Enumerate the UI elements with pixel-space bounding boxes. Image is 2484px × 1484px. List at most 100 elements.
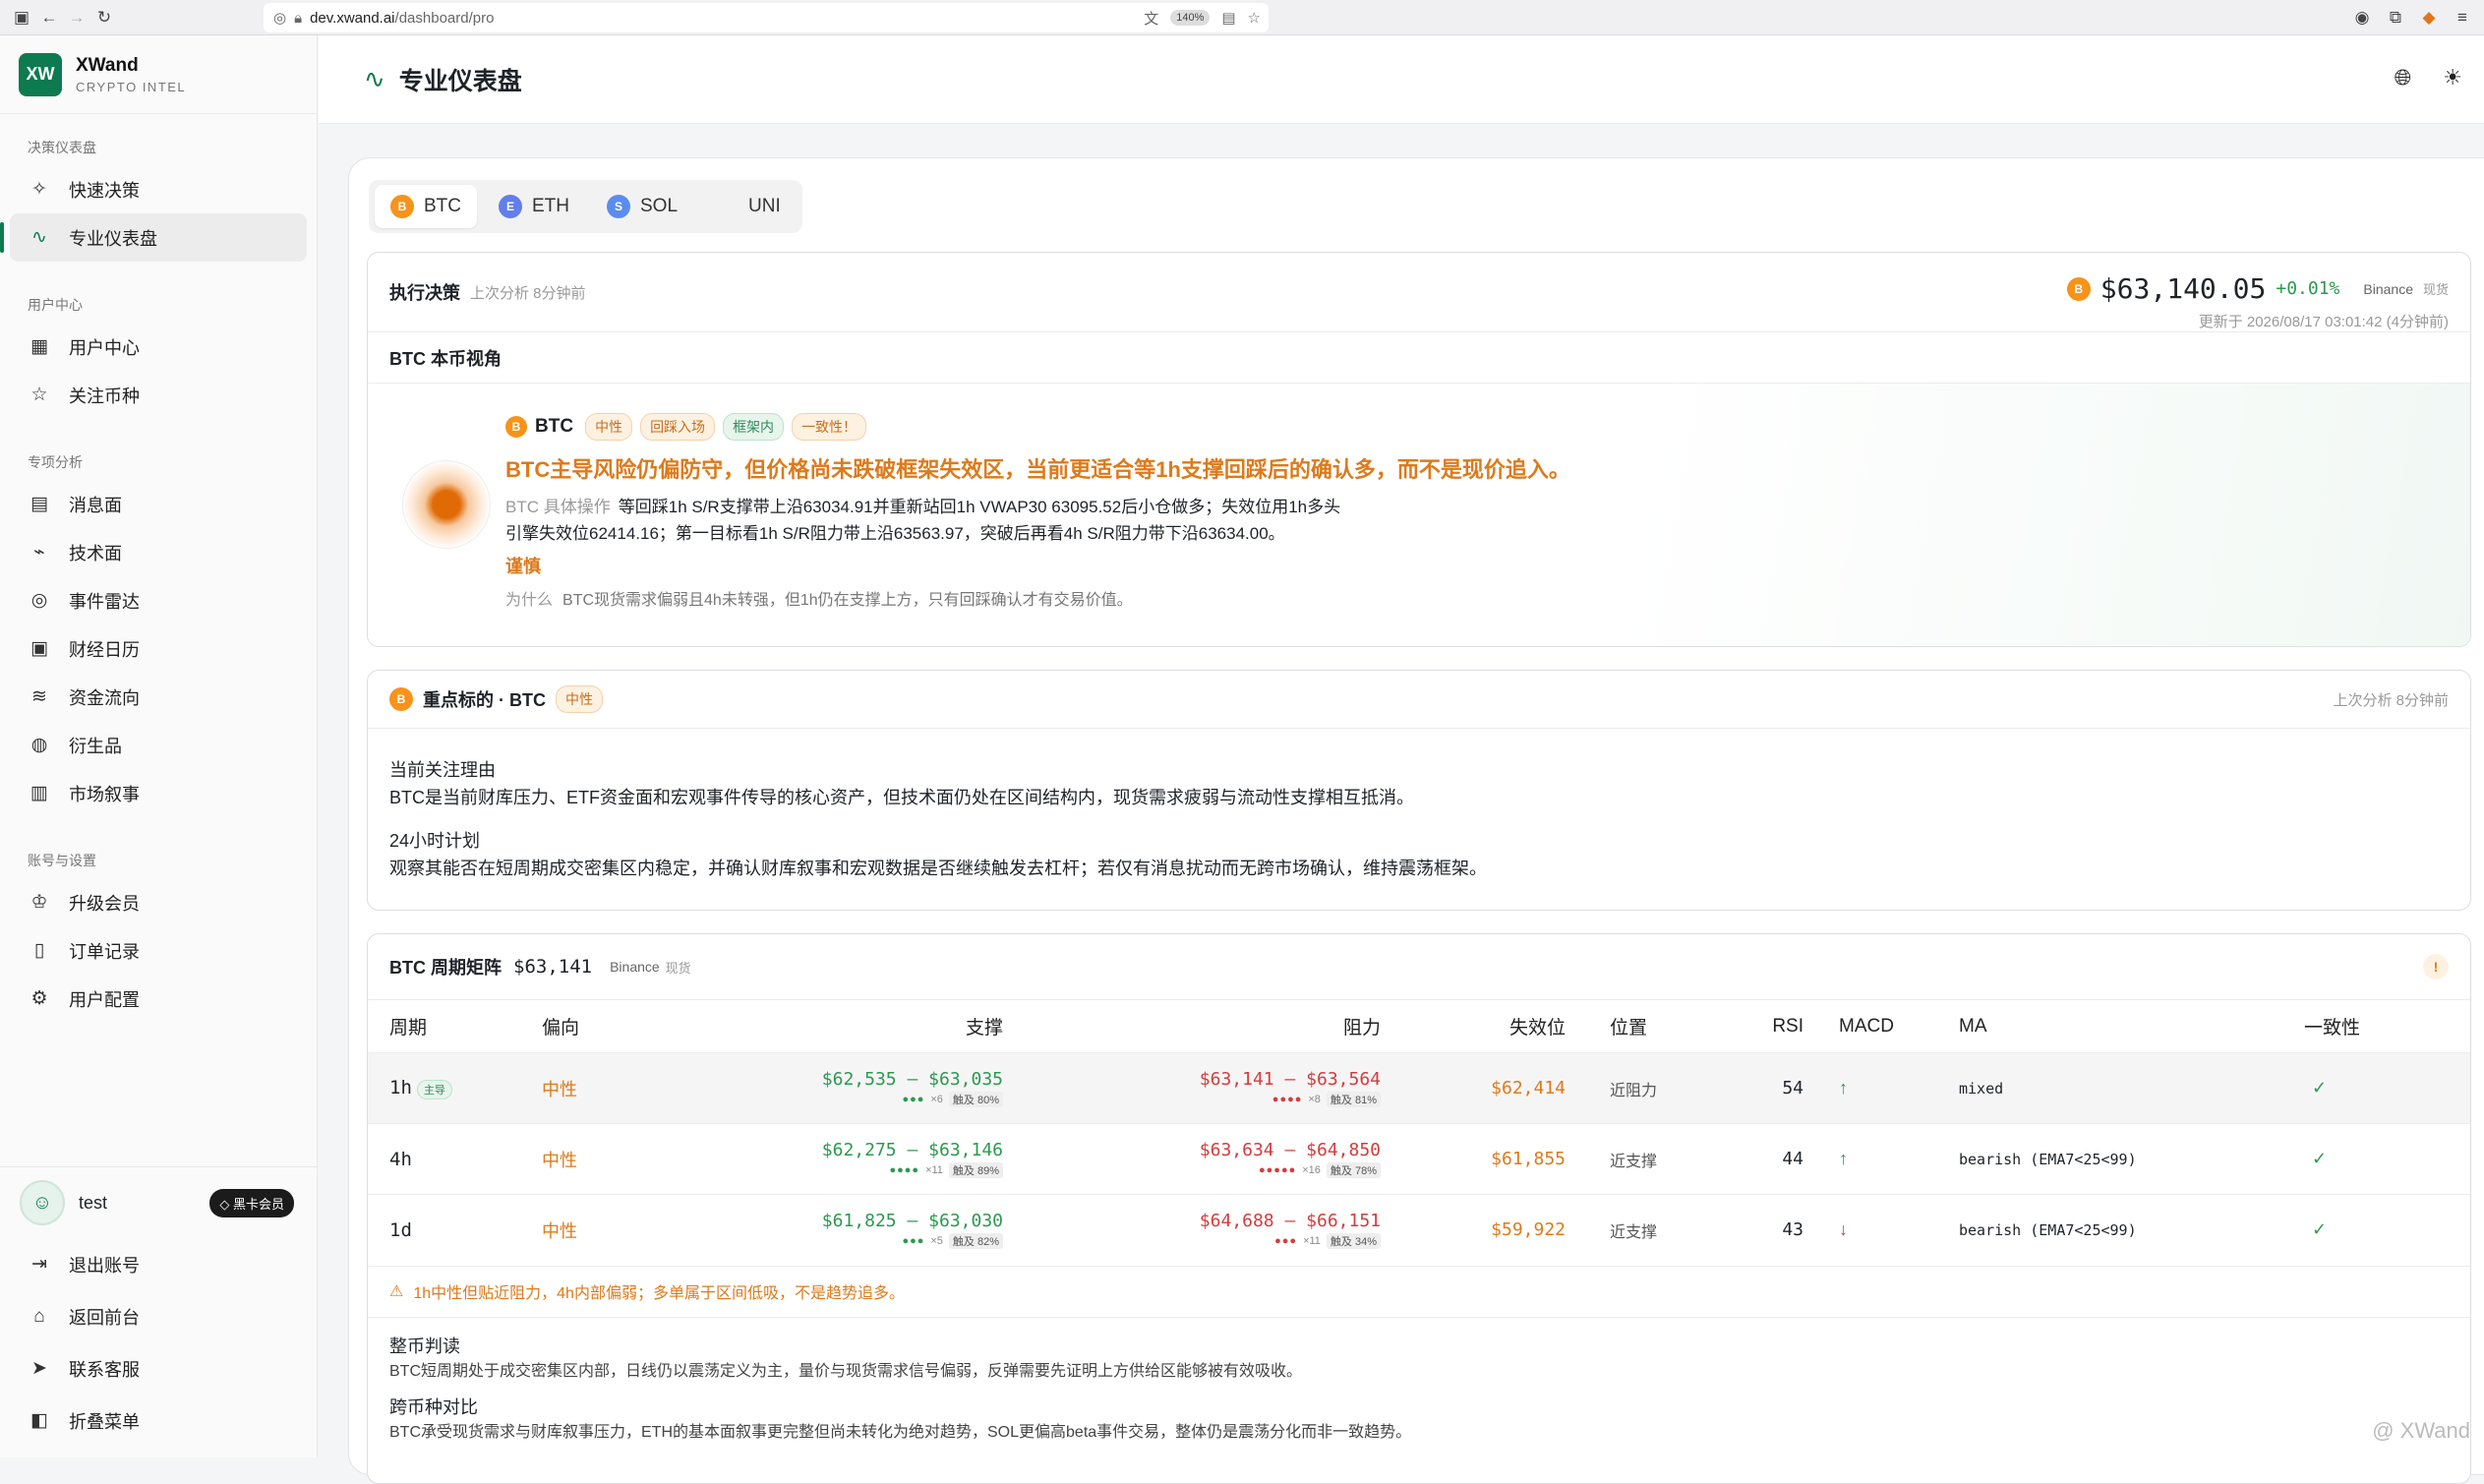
contact-support-label: 联系客服 — [69, 1356, 140, 1382]
sidebar-item-narrative[interactable]: ▥市场叙事 — [10, 769, 307, 817]
sidebar-item-quick-decision[interactable]: ✧快速决策 — [10, 165, 307, 213]
nav-section-title: 账号与设置 — [28, 851, 317, 870]
tab-uni[interactable]: UNI — [699, 185, 797, 228]
btc-icon: B — [390, 195, 414, 218]
page-header: ∿ 专业仪表盘 🌐︎ ☀ — [319, 35, 2484, 124]
sidebar-item-calendar[interactable]: ▣财经日历 — [10, 624, 307, 673]
ma: bearish (EMA7<25<99) — [1959, 1124, 2304, 1195]
op-label: BTC 具体操作 — [505, 498, 611, 516]
market-type: 现货 — [2423, 279, 2449, 298]
resistance-strength-dots: ●●●●● — [1259, 1164, 1296, 1176]
sidebar-item-technical[interactable]: ⌁技术面 — [10, 528, 307, 576]
contact-support-button[interactable]: ➤ 联系客服 — [10, 1342, 308, 1395]
sidebar-item-upgrade[interactable]: ♔升级会员 — [10, 878, 307, 926]
sidebar-item-settings[interactable]: ⚙用户配置 — [10, 975, 307, 1023]
brand-name: XWand — [76, 55, 186, 77]
nav-section-title: 专项分析 — [28, 452, 317, 472]
resistance-count: ×16 — [1302, 1164, 1321, 1176]
clipboard-icon: ▯ — [28, 939, 51, 962]
check-icon: ✓ — [2304, 1053, 2471, 1124]
sol-icon: S — [607, 195, 630, 218]
extensions-icon[interactable]: ⧉ — [2382, 4, 2409, 31]
sidebar-item-label: 衍生品 — [69, 733, 122, 758]
check-icon: ✓ — [2304, 1124, 2471, 1195]
resistance-hit: 触及 81% — [1327, 1092, 1381, 1107]
telegram-icon: ➤ — [28, 1357, 51, 1380]
main-badge: 主导 — [417, 1080, 452, 1099]
period: 1h — [389, 1077, 412, 1098]
back-icon[interactable]: ← — [35, 4, 63, 31]
account-icon[interactable]: ◉ — [2348, 4, 2376, 31]
resistance-hit: 触及 34% — [1327, 1233, 1381, 1249]
sidebar-item-user-center[interactable]: ▦用户中心 — [10, 323, 307, 371]
resistance-low: $64,688 — [1200, 1211, 1274, 1231]
tab-btc[interactable]: BBTC — [375, 185, 477, 228]
matrix-price: $63,141 — [513, 956, 592, 978]
support-count: ×6 — [930, 1094, 943, 1105]
support-low: $62,535 — [822, 1069, 897, 1090]
reload-icon[interactable]: ↻ — [90, 4, 118, 31]
logout-label: 退出账号 — [69, 1252, 140, 1277]
coin-tabs: BBTC EETH SSOL UNI — [369, 180, 802, 233]
resistance-high: $63,564 — [1306, 1069, 1381, 1090]
user-profile[interactable]: ☺ test ◇ 黑卡会员 — [0, 1167, 318, 1238]
sidebar-item-label: 升级会员 — [69, 890, 140, 916]
reader-icon[interactable]: ▤ — [1221, 9, 1235, 27]
sparkles-icon: ✧ — [28, 178, 51, 201]
book-icon: ▥ — [28, 782, 51, 804]
menu-icon[interactable]: ≡ — [2449, 4, 2476, 31]
col-stop: 失效位 — [1381, 1000, 1566, 1053]
pulse-icon: ⌁ — [28, 541, 51, 564]
alert-icon[interactable]: ! — [2423, 954, 2449, 979]
back-to-front-button[interactable]: ⌂返回前台 — [10, 1290, 308, 1342]
sidebar-item-news[interactable]: ▤消息面 — [10, 480, 307, 528]
table-row[interactable]: 1d 中性 $61,825 – $63,030●●●×5触及 82% $64,6… — [368, 1195, 2471, 1266]
sidebar-item-event-radar[interactable]: ◎事件雷达 — [10, 576, 307, 624]
stop-level: $61,855 — [1381, 1124, 1566, 1195]
rsi: 43 — [1713, 1195, 1804, 1266]
bookmark-star-icon[interactable]: ☆ — [1248, 9, 1261, 27]
collapse-menu-button[interactable]: ◧折叠菜单 — [10, 1395, 308, 1447]
tab-sol[interactable]: SSOL — [591, 185, 693, 228]
why-label: 为什么 — [505, 592, 553, 609]
url-bar[interactable]: ◎ 🔒︎ dev.xwand.ai/dashboard/pro 文 140% ▤… — [264, 3, 1269, 32]
sidebar-item-derivatives[interactable]: ◍衍生品 — [10, 721, 307, 769]
support-high: $63,030 — [928, 1211, 1003, 1231]
home-icon: ⌂ — [28, 1306, 51, 1328]
position: 近阻力 — [1566, 1053, 1713, 1124]
sidebar-toggle-icon[interactable]: ▣ — [8, 4, 35, 31]
sidebar-item-orders[interactable]: ▯订单记录 — [10, 926, 307, 975]
overall-title: 整币判读 — [389, 1334, 2449, 1359]
forward-icon[interactable]: → — [63, 4, 90, 31]
brand[interactable]: XW XWand CRYPTO INTEL — [0, 35, 317, 114]
lock-icon: 🔒︎ — [294, 10, 302, 27]
eth-icon: E — [499, 195, 522, 218]
matrix-title: BTC 周期矩阵 — [389, 954, 502, 979]
support-high: $63,146 — [928, 1140, 1003, 1160]
shield-icon: ◎ — [273, 9, 286, 27]
metamask-icon[interactable]: ◆ — [2415, 4, 2443, 31]
zoom-level[interactable]: 140% — [1170, 10, 1210, 26]
star-icon: ☆ — [28, 384, 51, 406]
sidebar-item-watchlist[interactable]: ☆关注币种 — [10, 371, 307, 419]
globe-icon[interactable]: 🌐︎ — [2395, 65, 2412, 90]
tab-eth[interactable]: EETH — [483, 185, 585, 228]
logo: XW — [19, 53, 62, 96]
tab-label: UNI — [748, 196, 781, 217]
resistance-strength-dots: ●●●● — [1272, 1094, 1303, 1105]
sidebar-item-fund-flow[interactable]: ≋资金流向 — [10, 673, 307, 721]
focus-last-analysis: 上次分析 8分钟前 — [2333, 689, 2449, 710]
sidebar-item-pro-dashboard[interactable]: ∿专业仪表盘 — [10, 213, 307, 262]
op-line-1: 等回踩1h S/R支撑带上沿63034.91并重新站回1h VWAP30 630… — [619, 498, 1340, 516]
col-macd: MACD — [1804, 1000, 1959, 1053]
op-line-2: 引擎失效位62414.16；第一目标看1h S/R阻力带上沿63563.97，突… — [505, 524, 1285, 543]
logout-button[interactable]: ⇥退出账号 — [10, 1238, 308, 1290]
updated-time: 更新于 2026/08/17 03:01:42 (4分钟前) — [2067, 311, 2449, 331]
table-row[interactable]: 1h 主导 中性 $62,535 – $63,035●●●×6触及 80% $6… — [368, 1053, 2471, 1124]
theme-toggle-icon[interactable]: ☀ — [2443, 65, 2462, 90]
user-name: test — [79, 1193, 107, 1214]
support-count: ×11 — [925, 1164, 943, 1176]
resistance-low: $63,634 — [1200, 1140, 1274, 1160]
translate-icon[interactable]: 文 — [1144, 8, 1158, 29]
table-row[interactable]: 4h 中性 $62,275 – $63,146●●●●×11触及 89% $63… — [368, 1124, 2471, 1195]
